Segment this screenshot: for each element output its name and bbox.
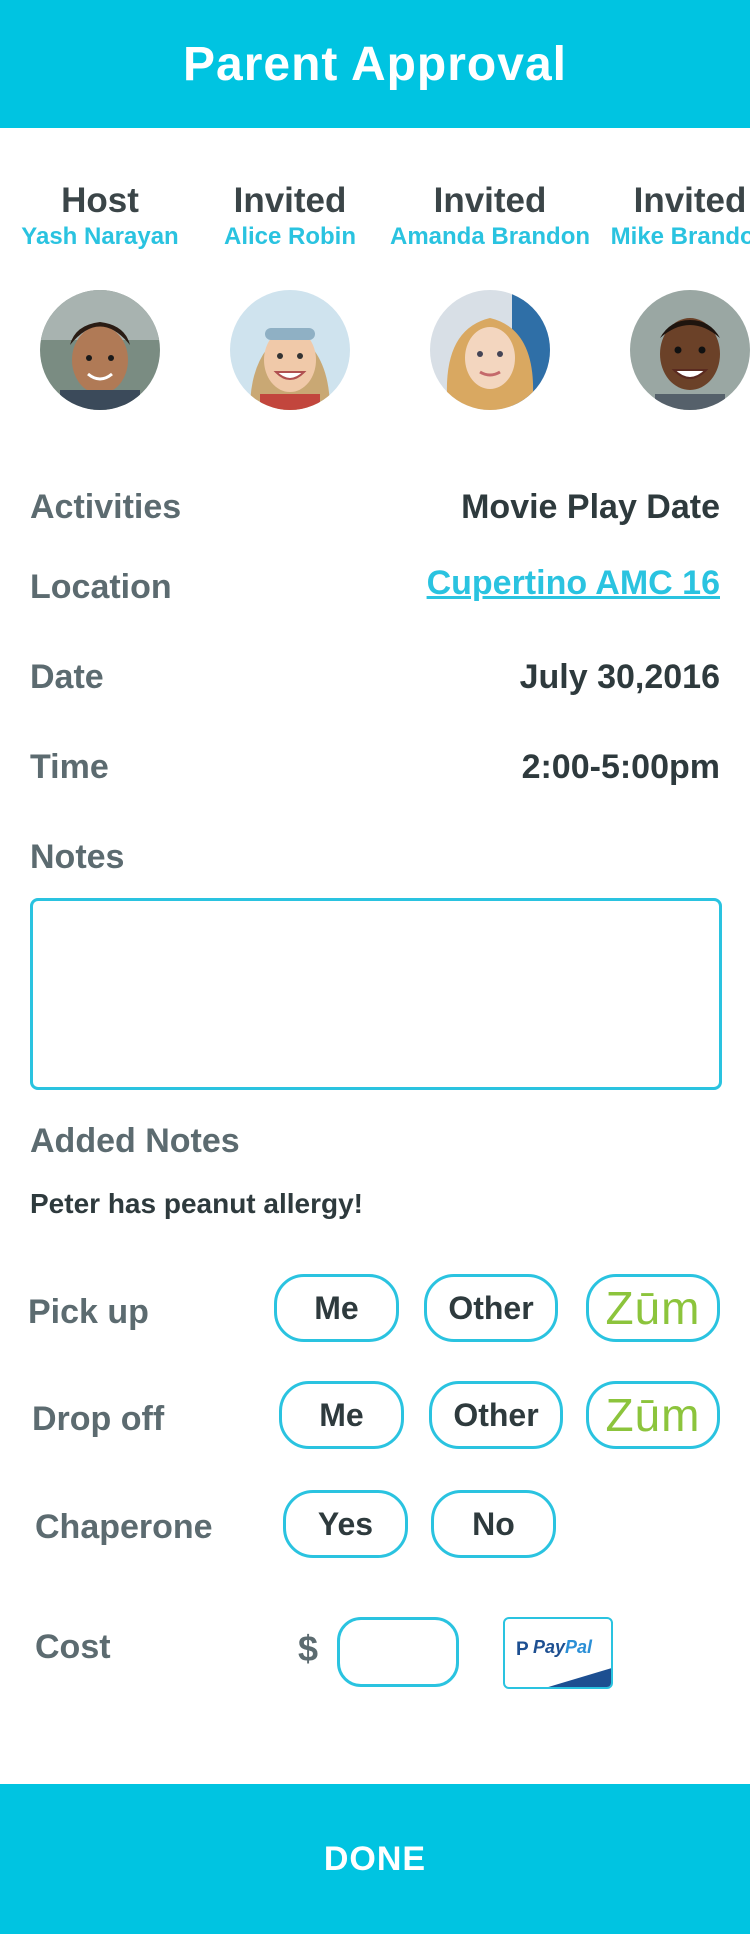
participant-role: Host <box>61 181 139 220</box>
header-bar: Parent Approval <box>0 0 750 128</box>
pickup-other-button[interactable]: Other <box>424 1274 558 1342</box>
date-label: Date <box>30 658 104 696</box>
pickup-label: Pick up <box>28 1293 149 1331</box>
paypal-button[interactable]: P PayPal <box>503 1617 613 1689</box>
participant-invited-2[interactable]: Invited Amanda Brandon <box>390 180 591 410</box>
participant-host[interactable]: Host Yash Narayan <box>0 180 200 410</box>
currency-symbol: $ <box>298 1628 319 1669</box>
avatar-photo <box>430 290 550 410</box>
added-note-text: Peter has peanut allergy! <box>30 1188 364 1219</box>
chaperone-yes-button[interactable]: Yes <box>283 1490 408 1558</box>
page-title: Parent Approval <box>183 37 567 91</box>
avatar <box>630 290 750 410</box>
cost-input[interactable] <box>337 1617 459 1687</box>
dropoff-label: Drop off <box>32 1400 165 1438</box>
participants-carousel[interactable]: Host Yash Narayan Invited Alice Robin In… <box>0 180 750 420</box>
participant-role: Invited <box>233 181 347 220</box>
paypal-logo: PayPal <box>533 1637 592 1658</box>
paypal-pal-text: Pal <box>565 1637 593 1657</box>
participant-name: Amanda Brandon <box>390 223 591 250</box>
pickup-zum-button[interactable]: Zūm <box>586 1274 720 1342</box>
dropoff-other-button[interactable]: Other <box>429 1381 563 1449</box>
svg-text:P: P <box>516 1639 529 1660</box>
chaperone-label: Chaperone <box>35 1508 213 1546</box>
notes-label: Notes <box>30 838 125 876</box>
added-notes-label: Added Notes <box>30 1122 240 1160</box>
avatar <box>230 290 350 410</box>
done-button[interactable]: DONE <box>0 1784 750 1934</box>
dropoff-zum-button[interactable]: Zūm <box>586 1381 720 1449</box>
activities-label: Activities <box>30 488 182 526</box>
participant-name: Yash Narayan <box>21 223 179 250</box>
date-value: July 30,2016 <box>519 658 720 696</box>
avatar-photo <box>40 290 160 410</box>
participant-name: Mike Brandon <box>610 223 750 250</box>
avatar <box>430 290 550 410</box>
cost-label: Cost <box>35 1628 111 1666</box>
time-label: Time <box>30 748 109 786</box>
participant-invited-3[interactable]: Invited Mike Brandon <box>590 180 750 410</box>
time-value: 2:00-5:00pm <box>521 748 720 786</box>
location-link[interactable]: Cupertino AMC 16 <box>427 564 720 603</box>
chaperone-no-button[interactable]: No <box>431 1490 556 1558</box>
participant-invited-1[interactable]: Invited Alice Robin <box>190 180 390 410</box>
activities-value: Movie Play Date <box>461 488 720 526</box>
avatar-photo <box>630 290 750 410</box>
avatar-photo <box>230 290 350 410</box>
notes-input[interactable] <box>30 898 722 1090</box>
location-label: Location <box>30 568 172 606</box>
participant-role: Invited <box>633 181 747 220</box>
avatar <box>40 290 160 410</box>
participant-name: Alice Robin <box>223 223 356 250</box>
paypal-pay-text: Pay <box>533 1637 566 1657</box>
dropoff-me-button[interactable]: Me <box>279 1381 404 1449</box>
pickup-me-button[interactable]: Me <box>274 1274 399 1342</box>
participant-role: Invited <box>433 181 547 220</box>
